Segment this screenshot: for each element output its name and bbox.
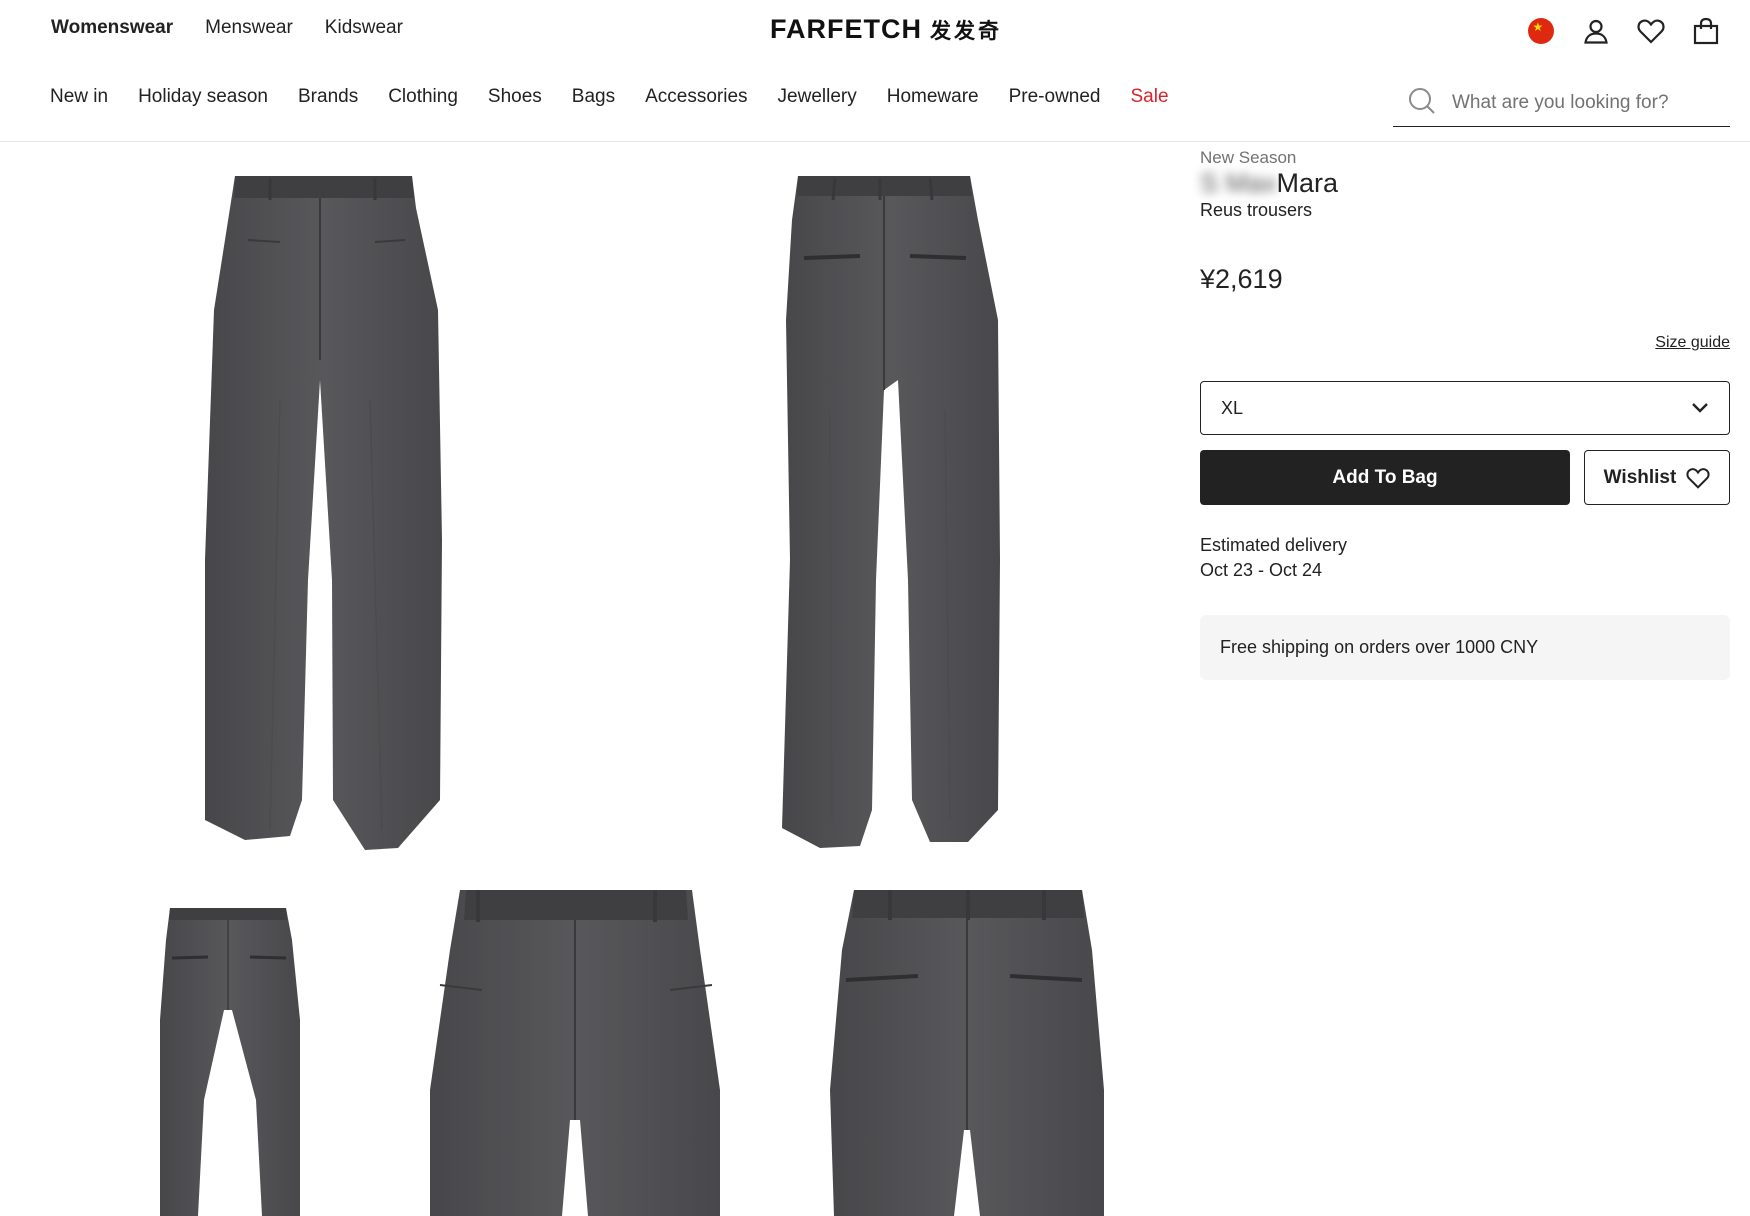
- trousers-back-image: [782, 176, 1000, 848]
- nav-item-jewellery[interactable]: Jewellery: [778, 86, 857, 108]
- nav-item-pre-owned[interactable]: Pre-owned: [1009, 86, 1101, 108]
- wishlist-heart-icon: [1636, 19, 1665, 44]
- brand-name-obscured: S Max: [1200, 168, 1277, 198]
- site-logo[interactable]: FARFETCH 发发奇: [770, 14, 1002, 45]
- add-to-bag-button[interactable]: Add To Bag: [1200, 450, 1570, 505]
- tab-womenswear[interactable]: Womenswear: [51, 17, 173, 39]
- main-nav: New in Holiday season Brands Clothing Sh…: [50, 86, 1169, 108]
- size-guide-link[interactable]: Size guide: [1655, 334, 1730, 352]
- free-shipping-text: Free shipping on orders over 1000 CNY: [1220, 637, 1539, 657]
- gender-tabs: Womenswear Menswear Kidswear: [51, 17, 403, 39]
- account-button[interactable]: [1579, 14, 1612, 47]
- delivery-dates: Oct 23 - Oct 24: [1200, 560, 1323, 580]
- nav-item-brands[interactable]: Brands: [298, 86, 358, 108]
- nav-item-clothing[interactable]: Clothing: [388, 86, 458, 108]
- shopping-bag-icon: [1693, 17, 1718, 44]
- delivery-label: Estimated delivery: [1200, 535, 1348, 555]
- heart-icon: [1686, 467, 1710, 489]
- chevron-down-icon: [1692, 403, 1708, 413]
- product-name: Reus trousers: [1200, 200, 1313, 220]
- nav-item-holiday-season[interactable]: Holiday season: [138, 86, 268, 108]
- search-input[interactable]: [1452, 92, 1722, 114]
- selected-size: XL: [1221, 397, 1244, 418]
- add-to-bag-label: Add To Bag: [1332, 466, 1438, 488]
- search-bar: [1393, 80, 1730, 127]
- estimated-delivery: Estimated delivery Oct 23 - Oct 24: [1200, 533, 1347, 583]
- trousers-waist-back-image: [830, 890, 1104, 1216]
- bag-button[interactable]: [1689, 14, 1722, 47]
- nav-item-bags[interactable]: Bags: [572, 86, 615, 108]
- search-icon[interactable]: [1408, 87, 1448, 120]
- product-price: ¥2,619: [1200, 264, 1283, 294]
- top-bar: Womenswear Menswear Kidswear FARFETCH 发发奇: [0, 0, 1750, 60]
- size-select[interactable]: XL: [1200, 381, 1730, 435]
- header-divider: [0, 141, 1750, 142]
- free-shipping-banner: Free shipping on orders over 1000 CNY: [1200, 615, 1730, 680]
- brand-name-visible: Mara: [1276, 168, 1339, 198]
- china-flag-icon: [1527, 17, 1554, 44]
- wishlist-add-button[interactable]: Wishlist: [1584, 450, 1730, 505]
- nav-item-new-in[interactable]: New in: [50, 86, 108, 108]
- nav-item-homeware[interactable]: Homeware: [887, 86, 979, 108]
- product-image-front[interactable]: [170, 160, 470, 860]
- trousers-back-small-image: [160, 908, 300, 1216]
- nav-item-accessories[interactable]: Accessories: [645, 86, 747, 108]
- nav-item-shoes[interactable]: Shoes: [488, 86, 542, 108]
- product-info: New Season S MaxMara Reus trousers ¥2,61…: [1200, 148, 1730, 680]
- wishlist-add-label: Wishlist: [1603, 466, 1677, 488]
- product-image-waist-back[interactable]: [830, 890, 1104, 1216]
- new-season-badge: New Season: [1200, 148, 1297, 167]
- trousers-waist-front-image: [430, 890, 720, 1216]
- tab-kidswear[interactable]: Kidswear: [325, 17, 403, 39]
- region-selector[interactable]: [1524, 14, 1557, 47]
- product-image-back-small[interactable]: [150, 900, 310, 1216]
- tab-menswear[interactable]: Menswear: [205, 17, 293, 39]
- wishlist-button[interactable]: [1634, 14, 1667, 47]
- product-image-waist-front[interactable]: [430, 890, 720, 1216]
- product-image-back[interactable]: [740, 160, 1040, 860]
- header-icons: [1524, 14, 1722, 47]
- account-icon: [1583, 19, 1608, 44]
- logo-cn-text: 发发奇: [930, 19, 1002, 43]
- brand-name[interactable]: S MaxMara: [1200, 168, 1730, 198]
- trousers-front-image: [205, 176, 442, 850]
- logo-text: FARFETCH: [770, 14, 922, 44]
- nav-item-sale[interactable]: Sale: [1131, 86, 1169, 108]
